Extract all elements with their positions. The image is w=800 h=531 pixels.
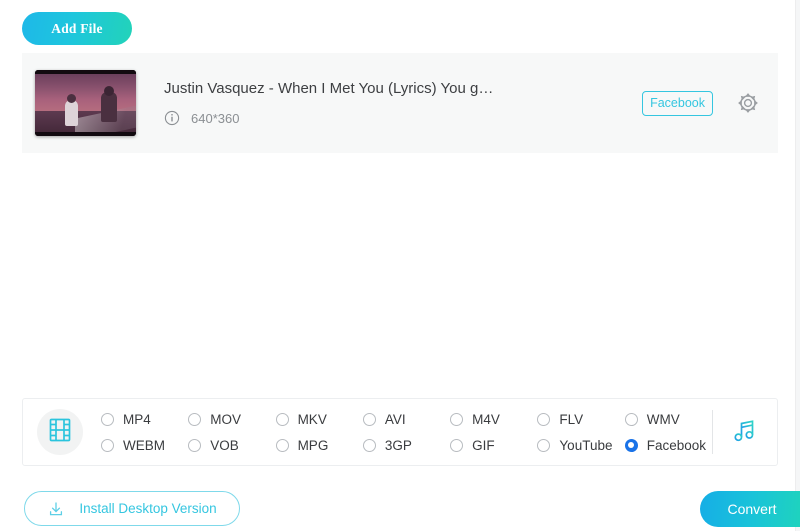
music-note-icon [730,416,760,449]
radio-vob[interactable] [188,438,202,452]
page-right-edge [795,0,800,531]
radio-3gp[interactable] [362,438,376,452]
install-label: Install Desktop Version [79,501,217,516]
add-file-button[interactable]: Add File [22,12,132,45]
format-option-vob[interactable]: VOB [188,438,275,453]
format-label: GIF [472,437,495,453]
format-option-flv[interactable]: FLV [537,412,624,427]
format-label: MKV [297,411,327,427]
format-label: AVI [384,411,406,427]
format-option-mp4[interactable]: MP4 [101,412,188,427]
gear-icon[interactable] [735,90,761,116]
convert-button[interactable]: Convert [700,491,800,527]
format-option-3gp[interactable]: 3GP [362,437,450,453]
download-icon [47,500,65,518]
radio-mpg[interactable] [275,438,289,452]
radio-facebook[interactable] [624,438,638,452]
radio-youtube[interactable] [537,438,551,452]
format-label: WMV [646,411,680,427]
format-options-grid: MP4 MOV MKV AVI M4V FLV WMV WEBM VOB MPG… [101,406,712,458]
format-label: VOB [210,437,239,453]
format-option-webm[interactable]: WEBM [101,438,188,453]
format-panel: MP4 MOV MKV AVI M4V FLV WMV WEBM VOB MPG… [22,398,778,466]
radio-m4v[interactable] [450,412,464,426]
file-title: Justin Vasquez - When I Met You (Lyrics)… [164,80,494,97]
radio-avi[interactable] [362,412,376,426]
format-option-mkv[interactable]: MKV [275,411,363,427]
format-label: YouTube [559,437,613,453]
format-label: 3GP [384,437,412,453]
format-label: Facebook [646,437,706,453]
format-option-avi[interactable]: AVI [362,411,450,427]
format-option-mov[interactable]: MOV [188,412,275,427]
format-label: FLV [559,411,584,427]
format-badge[interactable]: Facebook [642,90,713,116]
info-icon [164,110,180,126]
file-meta: Justin Vasquez - When I Met You (Lyrics)… [164,80,642,126]
radio-wmv[interactable] [624,412,638,426]
format-label: WEBM [123,437,165,453]
format-option-mpg[interactable]: MPG [275,437,363,453]
format-option-gif[interactable]: GIF [450,438,537,453]
format-label: MOV [210,411,242,427]
format-option-facebook[interactable]: Facebook [624,437,712,453]
app-window: Add File Justin Vasquez - When I Met You… [0,0,800,531]
format-option-wmv[interactable]: WMV [624,411,712,427]
radio-flv[interactable] [537,412,551,426]
radio-gif[interactable] [450,438,464,452]
install-desktop-version-button[interactable]: Install Desktop Version [24,491,240,526]
radio-mp4[interactable] [101,412,114,426]
format-label: MPG [297,437,329,453]
file-list-item[interactable]: Justin Vasquez - When I Met You (Lyrics)… [22,53,778,153]
file-subinfo: 640*360 [164,110,642,126]
audio-format-button[interactable] [713,416,777,449]
video-thumbnail [35,70,136,136]
format-label: MP4 [123,411,151,427]
radio-mkv[interactable] [275,412,289,426]
format-option-youtube[interactable]: YouTube [537,438,624,453]
radio-webm[interactable] [101,438,114,452]
radio-mov[interactable] [188,412,202,426]
video-format-icon-wrap[interactable] [37,409,83,455]
file-resolution: 640*360 [191,110,240,126]
format-label: M4V [472,411,500,427]
format-option-m4v[interactable]: M4V [450,412,537,427]
film-strip-icon [46,416,74,449]
